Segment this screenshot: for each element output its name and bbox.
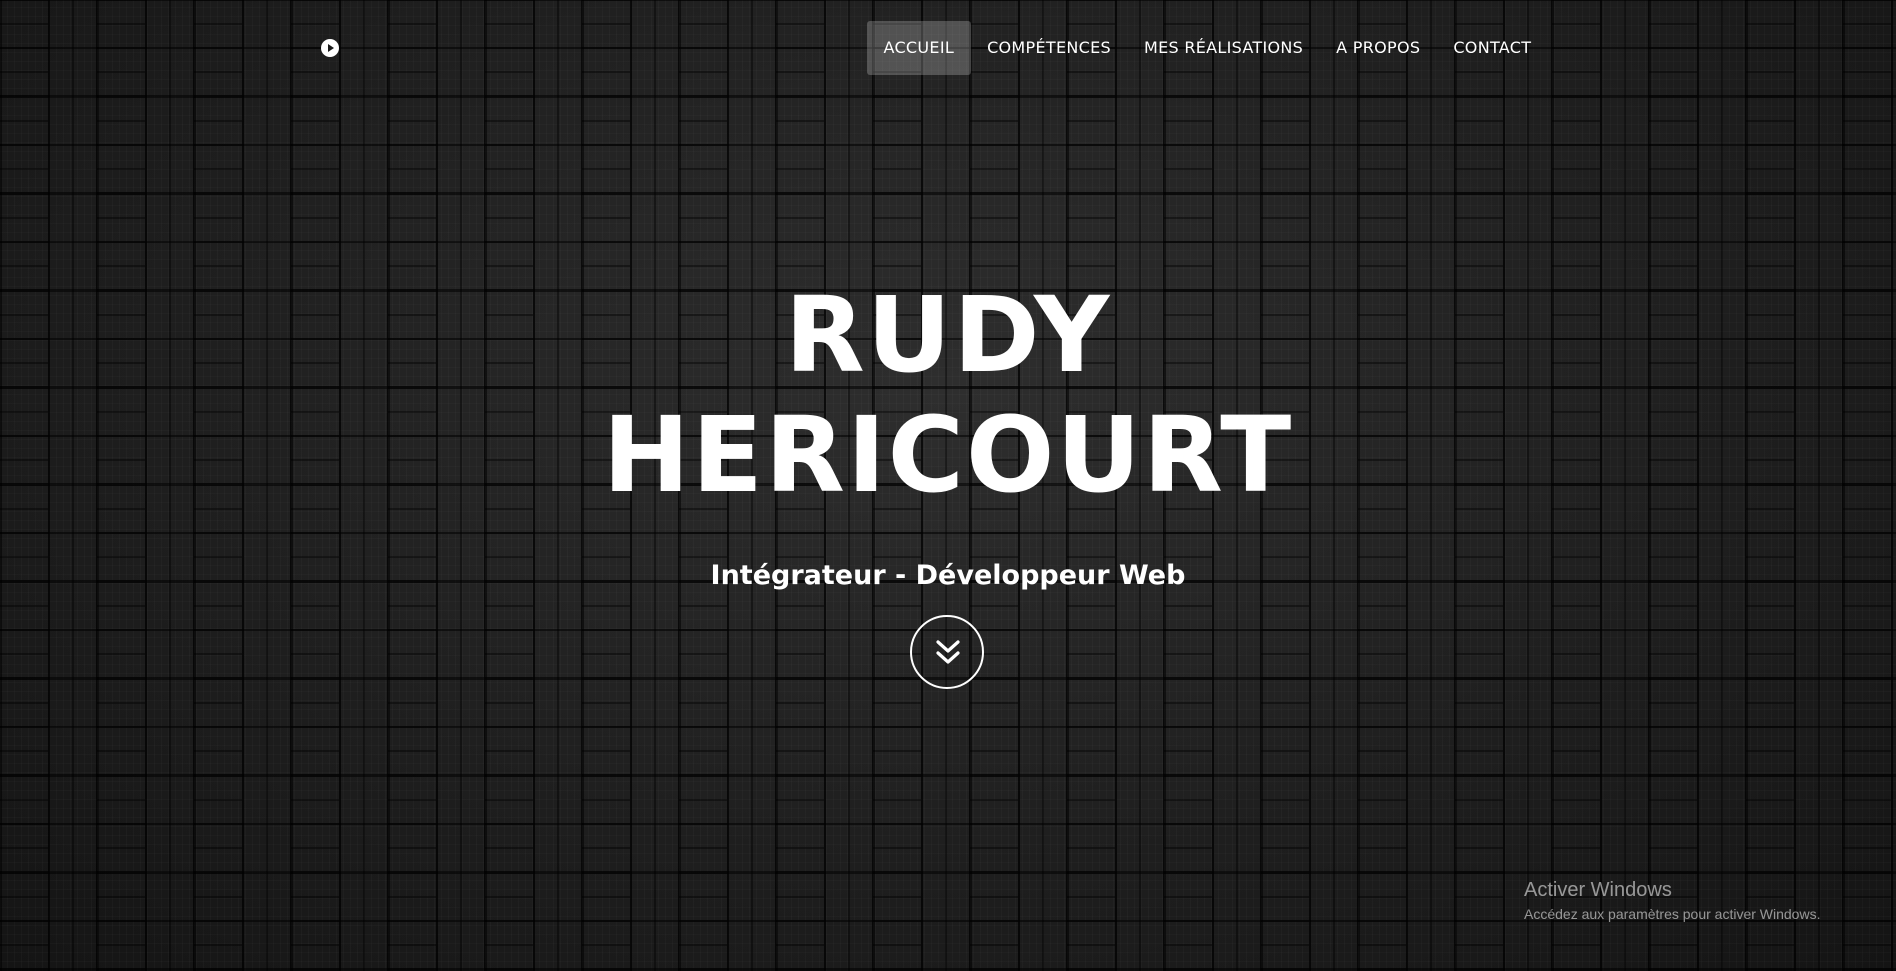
scroll-down-button[interactable]: [910, 615, 984, 689]
hero-subtitle: Intégrateur - Développeur Web: [710, 560, 1186, 591]
main-nav: ACCUEIL COMPÉTENCES MES RÉALISATIONS A P…: [867, 21, 1548, 75]
watermark-title: Activer Windows: [1524, 879, 1672, 901]
nav-item-contact[interactable]: CONTACT: [1437, 21, 1548, 75]
nav-item-competences[interactable]: COMPÉTENCES: [971, 21, 1128, 75]
double-chevron-down-icon: [936, 640, 960, 664]
hero-name-last: HERICOURT: [602, 394, 1294, 516]
play-circle-icon[interactable]: [321, 39, 339, 57]
hero-name-first: RUDY: [784, 274, 1112, 396]
hero-section: ACCUEIL COMPÉTENCES MES RÉALISATIONS A P…: [0, 0, 1896, 971]
watermark-subtitle: Accédez aux paramètres pour activer Wind…: [1524, 906, 1821, 922]
nav-item-accueil[interactable]: ACCUEIL: [867, 21, 971, 75]
nav-item-mes-realisations[interactable]: MES RÉALISATIONS: [1127, 21, 1319, 75]
nav-item-a-propos[interactable]: A PROPOS: [1320, 21, 1437, 75]
windows-activation-watermark: Activer Windows Accédez aux paramètres p…: [1524, 878, 1820, 924]
